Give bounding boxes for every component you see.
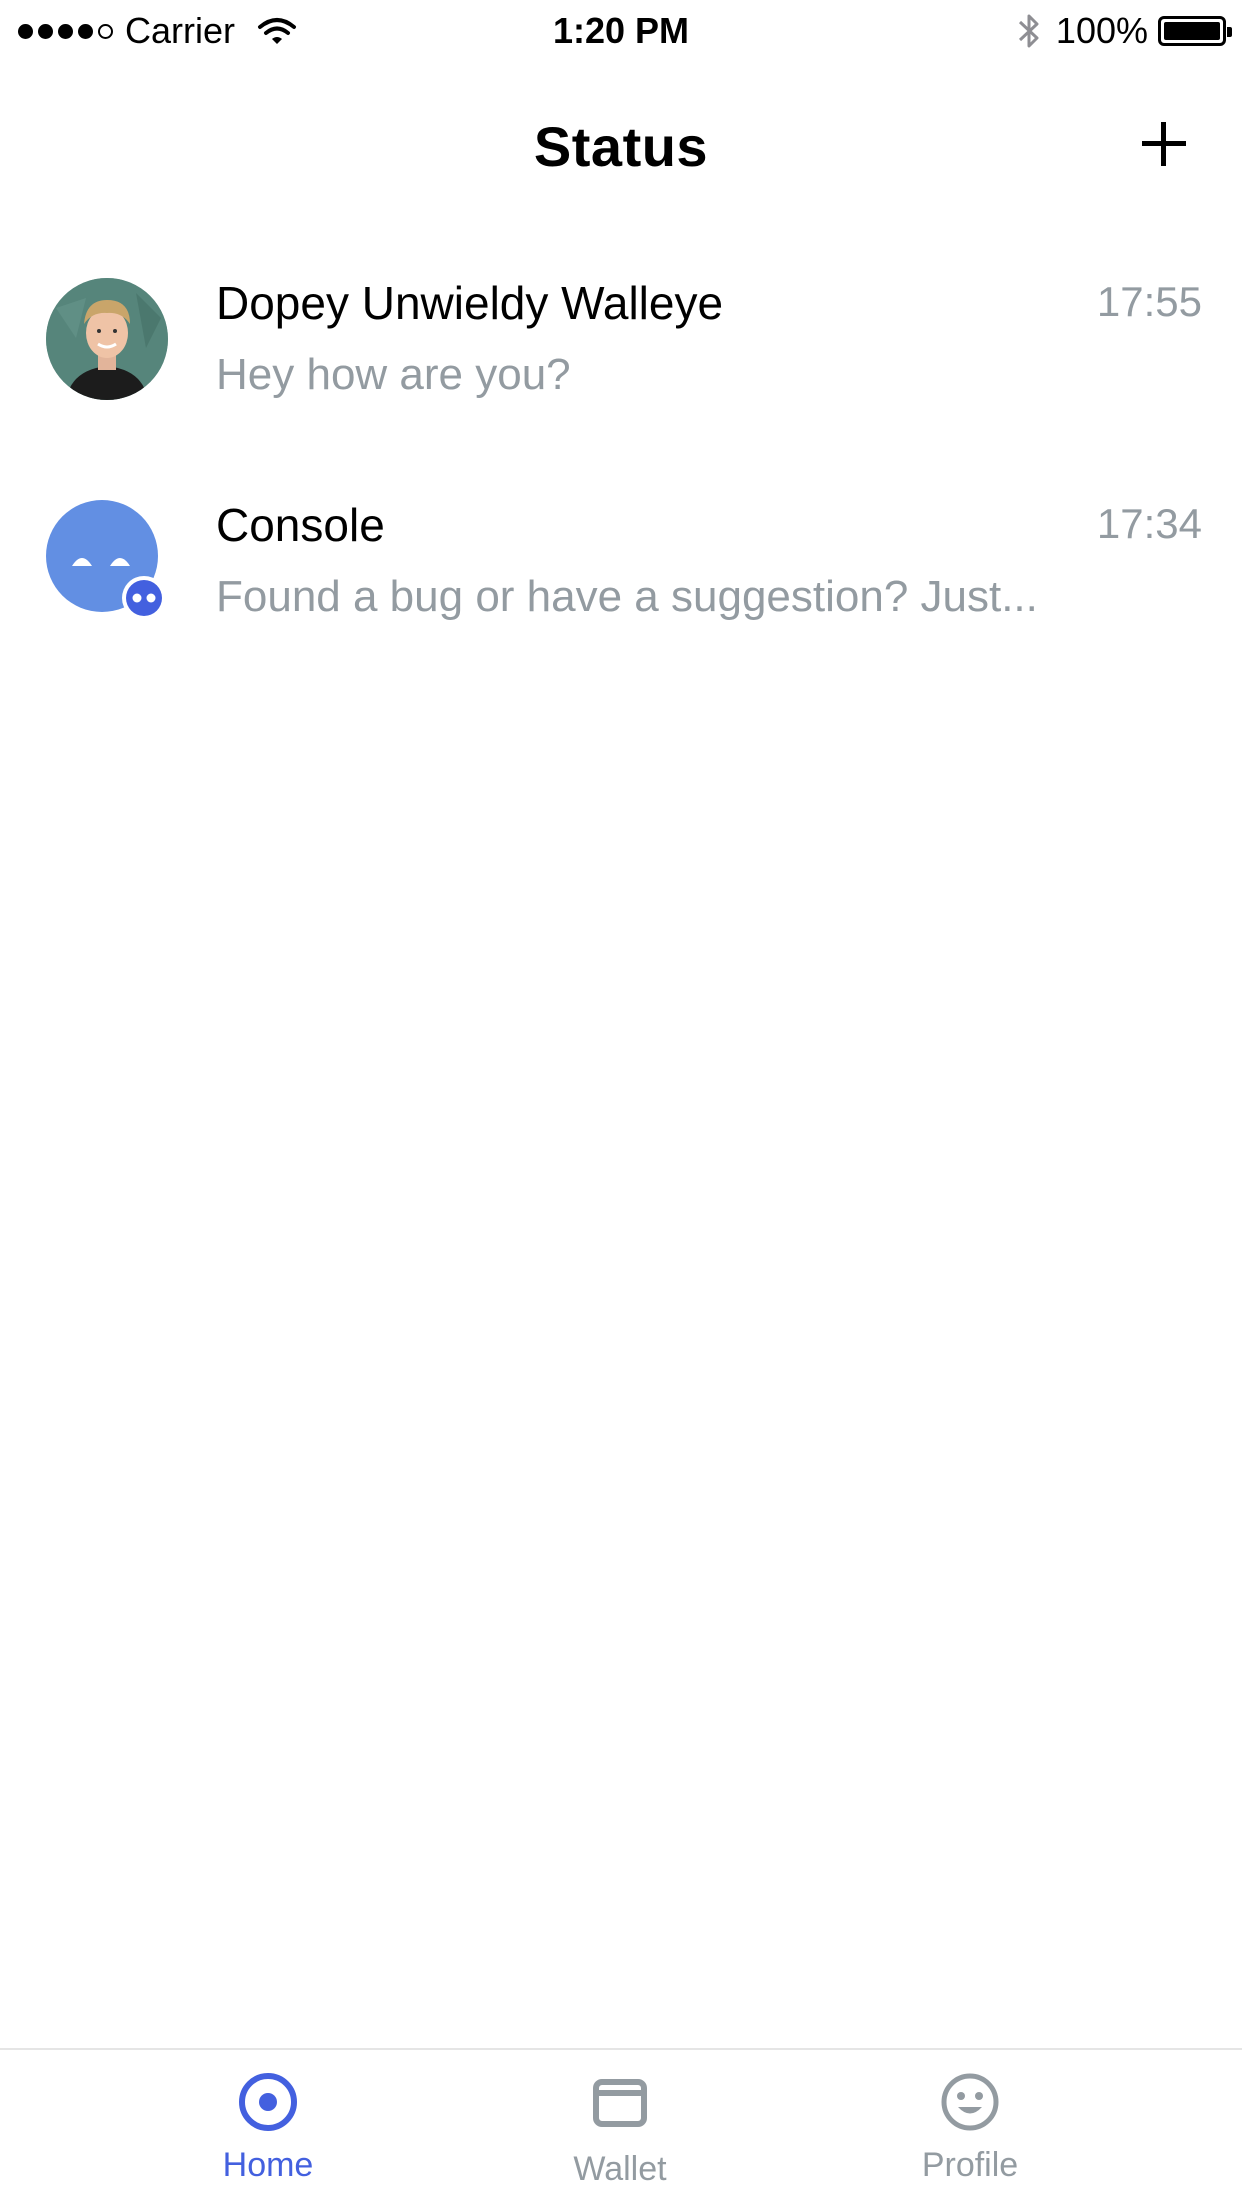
chat-name: Dopey Unwieldy Walleye (216, 277, 724, 329)
tab-bar: Home Wallet Profile (0, 2048, 1242, 2208)
avatar (46, 500, 168, 622)
wallet-icon (593, 2079, 647, 2127)
status-bar: Carrier 1:20 PM 100% (0, 0, 1242, 62)
user-photo (46, 278, 168, 400)
tab-label: Home (222, 2146, 314, 2184)
tab-profile[interactable]: Profile (870, 2050, 1070, 2208)
header: Status (0, 62, 1242, 230)
console-bot-icon (46, 500, 166, 620)
battery-tip (1227, 27, 1232, 37)
home-icon (239, 2073, 297, 2131)
tab-label: Wallet (573, 2150, 667, 2188)
chat-time: 17:55 (1096, 278, 1202, 325)
page-title: Status (533, 115, 709, 178)
bluetooth-icon (1018, 14, 1039, 48)
chat-name: Console (216, 499, 385, 551)
chat-time: 17:34 (1096, 500, 1202, 547)
plus-icon[interactable] (1138, 118, 1190, 170)
tab-wallet[interactable]: Wallet (520, 2050, 720, 2208)
status-right: 100% (1016, 8, 1232, 54)
battery-icon (1158, 16, 1232, 46)
chat-preview: Found a bug or have a suggestion? Just..… (216, 572, 1038, 621)
avatar (46, 278, 168, 400)
battery-percent: 100% (1055, 10, 1148, 51)
battery-fill (1164, 22, 1220, 40)
chat-item-console[interactable]: Console Found a bug or have a suggestion… (0, 480, 1242, 700)
tab-home[interactable]: Home (168, 2050, 368, 2208)
tab-label: Profile (921, 2146, 1019, 2184)
chat-item-dopey-unwieldy-walleye[interactable]: Dopey Unwieldy Walleye Hey how are you? … (0, 258, 1242, 478)
chat-preview: Hey how are you? (216, 350, 571, 399)
smiley-icon (941, 2073, 999, 2131)
